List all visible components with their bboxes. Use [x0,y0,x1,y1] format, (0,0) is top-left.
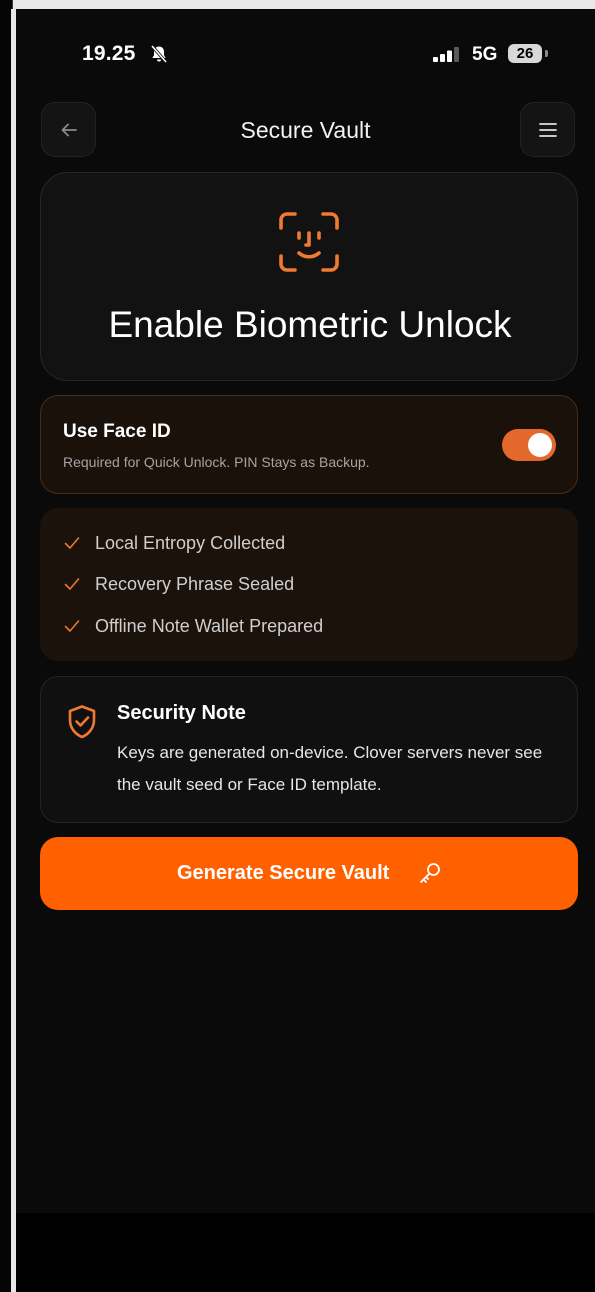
status-time: 19.25 [82,42,136,65]
security-note-body: Keys are generated on-device. Clover ser… [117,743,543,794]
biometric-title: Enable Biometric Unlock [108,304,512,345]
check-icon [64,578,80,590]
generate-vault-label: Generate Secure Vault [177,862,390,884]
bell-muted-icon [150,44,168,64]
device-frame-top [0,0,595,9]
check-icon [64,537,80,549]
progress-checklist: Local Entropy Collected Recovery Phrase … [40,508,578,661]
biometric-card: Enable Biometric Unlock [40,172,578,381]
key-icon [420,863,440,883]
phone-screen: 19.25 5G 26 Secure Vault Enable Biometri… [16,9,595,1292]
page-title: Secure Vault [240,117,371,143]
battery-icon: 26 [508,44,542,63]
face-id-icon [279,212,339,272]
network-label: 5G [472,44,498,65]
face-id-title: Use Face ID [63,421,171,442]
checklist-label: Recovery Phrase Sealed [95,574,295,594]
check-icon [64,620,80,632]
signal-icon [433,47,459,62]
face-id-subtitle: Required for Quick Unlock. PIN Stays as … [63,454,370,470]
security-note-card: Security Note Keys are generated on-devi… [40,676,578,823]
security-note-title: Security Note [117,702,246,724]
menu-button[interactable] [520,102,575,157]
face-id-toggle-card: Use Face ID Required for Quick Unlock. P… [40,395,578,494]
checklist-label: Offline Note Wallet Prepared [95,616,324,636]
face-id-switch[interactable] [502,429,556,461]
hamburger-icon [538,122,557,137]
switch-knob [528,433,552,457]
checklist-label: Local Entropy Collected [95,533,286,553]
shield-check-icon [68,705,96,739]
battery-tip [545,50,548,57]
generate-vault-button[interactable]: Generate Secure Vault [40,837,578,910]
home-indicator-area [16,1213,595,1292]
